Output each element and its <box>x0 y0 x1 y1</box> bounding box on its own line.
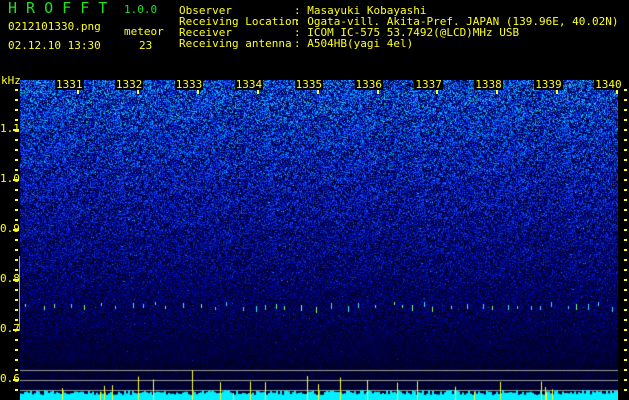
freq-tick <box>624 239 627 241</box>
time-label: 1332 <box>114 78 144 91</box>
marker-line <box>19 256 20 331</box>
freq-tick <box>624 279 627 281</box>
time-tick <box>256 90 259 94</box>
freq-tick <box>15 389 18 391</box>
time-label: 1337 <box>414 78 443 91</box>
freq-tick <box>15 139 18 141</box>
freq-tick <box>624 169 627 171</box>
freq-tick <box>624 119 627 121</box>
time-tick <box>556 90 559 94</box>
freq-tick <box>15 239 18 241</box>
freq-tick <box>15 269 18 271</box>
y-axis-unit: kHz <box>1 74 21 87</box>
time-label: 1333 <box>174 78 204 91</box>
meteor-count: 23 <box>139 39 153 52</box>
time-label: 1331 <box>55 78 84 91</box>
time-tick <box>77 90 79 94</box>
freq-tick <box>624 199 627 201</box>
spectrogram <box>20 80 618 400</box>
freq-tick <box>624 189 627 191</box>
freq-tick <box>624 159 627 161</box>
time-tick <box>496 90 499 94</box>
time-tick <box>196 90 199 94</box>
time-tick <box>436 90 439 94</box>
freq-tick <box>624 319 627 321</box>
freq-tick <box>15 209 18 211</box>
app-title: H R O F F T <box>8 0 108 17</box>
freq-tick <box>15 119 18 121</box>
freq-tick <box>624 139 627 141</box>
info-label: Receiving antenna <box>179 37 292 50</box>
freq-tick <box>15 109 18 111</box>
file-name: 0212101330.png <box>8 20 101 33</box>
freq-tick <box>15 359 18 361</box>
freq-tick <box>13 129 19 131</box>
freq-tick <box>15 299 18 301</box>
freq-tick <box>624 359 627 361</box>
freq-tick <box>624 129 627 131</box>
freq-tick <box>15 309 18 311</box>
freq-tick <box>624 269 627 271</box>
freq-tick <box>15 259 18 261</box>
freq-tick <box>624 229 627 231</box>
time-tick <box>616 90 619 94</box>
freq-tick <box>624 339 627 341</box>
freq-tick <box>15 169 18 171</box>
freq-tick <box>624 289 627 291</box>
freq-tick <box>15 319 18 321</box>
freq-tick <box>15 149 18 151</box>
freq-tick <box>13 379 19 381</box>
time-label: 1339 <box>534 78 563 91</box>
freq-tick <box>15 349 18 351</box>
time-label: 1336 <box>354 78 383 91</box>
freq-tick <box>15 219 18 221</box>
time-label: 1338 <box>474 78 503 91</box>
freq-tick <box>15 339 18 341</box>
freq-tick <box>624 109 627 111</box>
freq-tick <box>624 329 627 331</box>
freq-tick <box>13 229 19 231</box>
time-label: 1340 <box>594 78 623 91</box>
file-datetime: 02.12.10 13:30 <box>8 39 101 52</box>
freq-tick <box>624 389 627 391</box>
time-label: 1334 <box>234 78 264 91</box>
freq-tick <box>624 89 627 91</box>
freq-tick <box>15 199 18 201</box>
freq-tick <box>15 289 18 291</box>
freq-tick <box>15 99 18 101</box>
freq-tick <box>624 369 627 371</box>
freq-tick <box>624 219 627 221</box>
info-value: : A504HB(yagi 4el) <box>294 37 414 50</box>
freq-tick <box>624 299 627 301</box>
time-label: 1335 <box>294 78 324 91</box>
freq-tick <box>15 189 18 191</box>
freq-tick <box>624 249 627 251</box>
freq-tick <box>15 249 18 251</box>
freq-tick <box>624 209 627 211</box>
time-tick <box>376 90 379 94</box>
freq-tick <box>15 89 18 91</box>
freq-tick <box>624 309 627 311</box>
time-tick <box>316 90 319 94</box>
app-version: 1.0.0 <box>124 3 158 16</box>
freq-tick <box>624 379 627 381</box>
time-tick <box>136 90 139 94</box>
freq-tick <box>624 349 627 351</box>
freq-tick <box>624 259 627 261</box>
meteor-label: meteor <box>124 25 164 38</box>
freq-tick <box>624 99 627 101</box>
freq-tick <box>624 179 627 181</box>
freq-tick <box>13 179 19 181</box>
freq-tick <box>15 159 18 161</box>
freq-tick <box>15 369 18 371</box>
freq-tick <box>624 149 627 151</box>
